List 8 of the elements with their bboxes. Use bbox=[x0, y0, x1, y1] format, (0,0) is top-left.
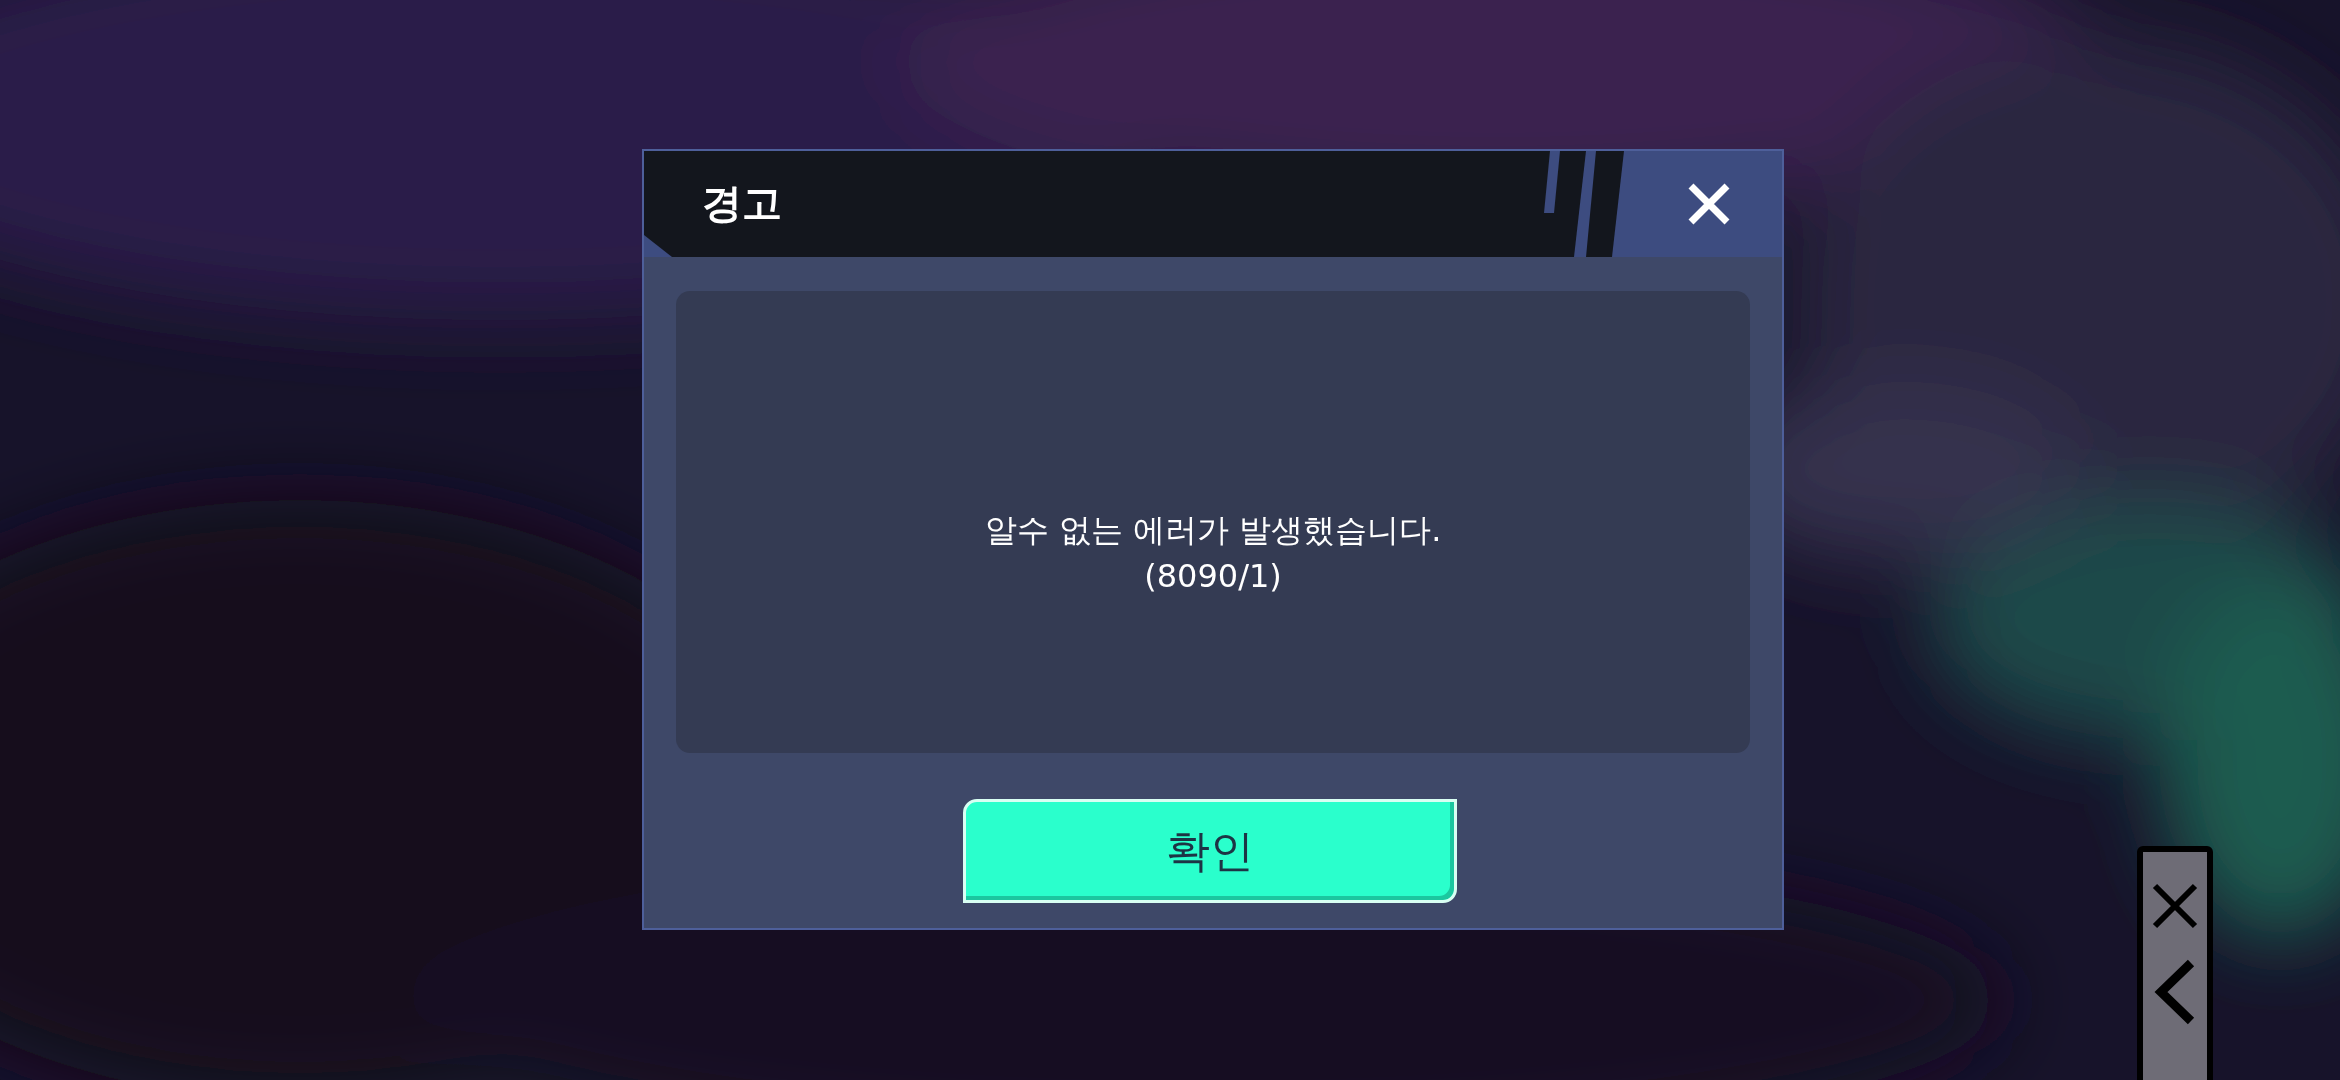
confirm-button[interactable]: 확인 bbox=[963, 799, 1457, 903]
chevron-left-icon bbox=[2153, 959, 2197, 1025]
dialog-title: 경고 bbox=[702, 179, 782, 227]
error-message: (8090/1) bbox=[1144, 556, 1282, 597]
close-icon bbox=[1687, 182, 1731, 226]
close-icon bbox=[2151, 882, 2199, 930]
corner-icon bbox=[644, 235, 672, 257]
error-message: 알수 없는 에러가 발생했습니다. bbox=[984, 510, 1442, 551]
